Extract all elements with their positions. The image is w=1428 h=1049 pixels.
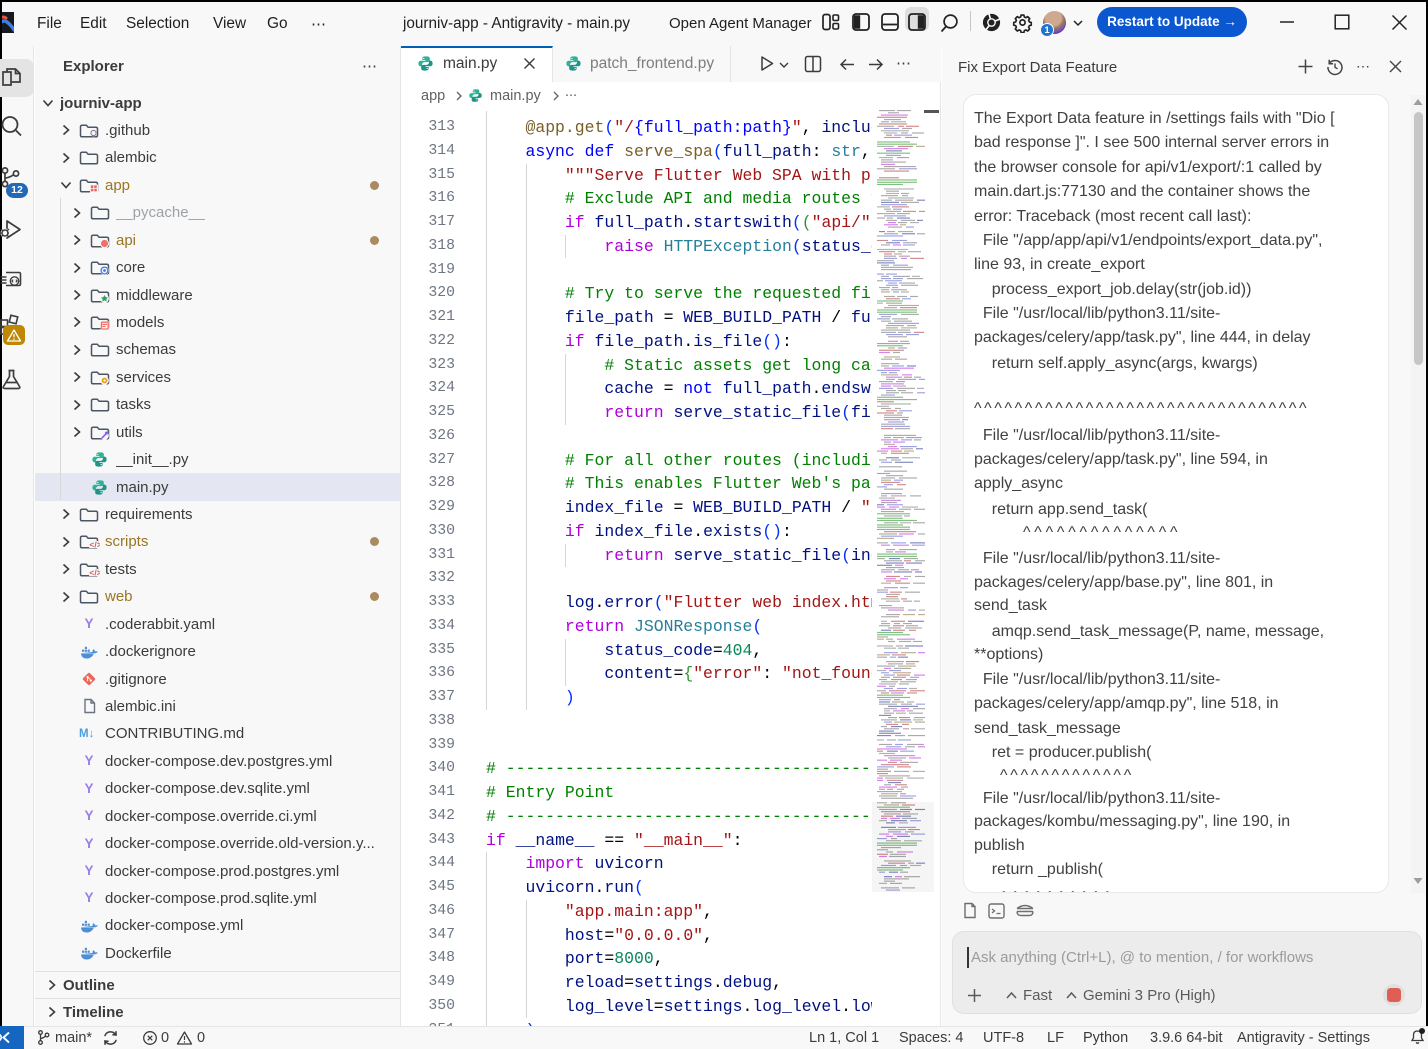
svg-text:</>: </> <box>89 540 100 550</box>
svg-text:</>: </> <box>89 567 100 577</box>
